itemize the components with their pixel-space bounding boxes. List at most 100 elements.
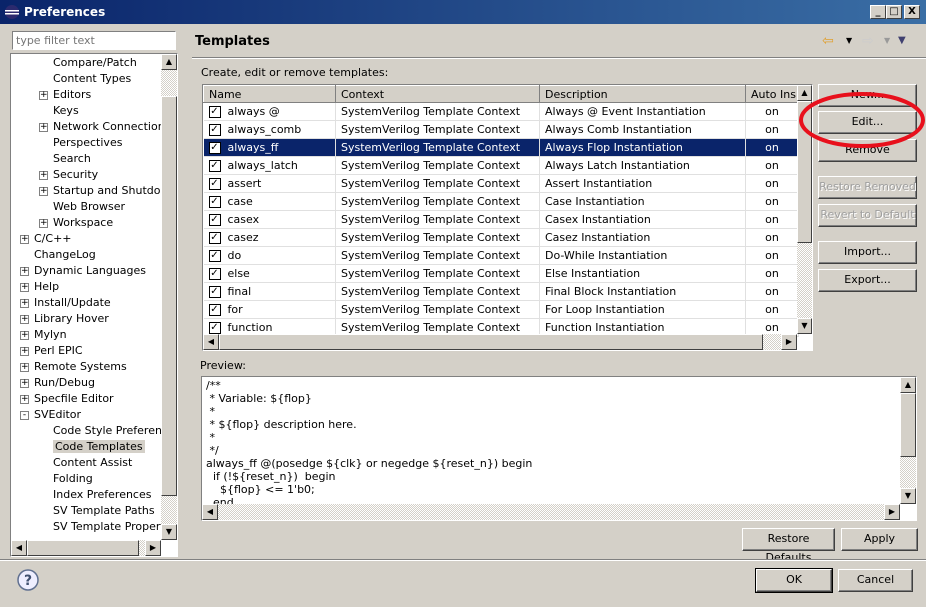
expand-icon[interactable]: + bbox=[20, 331, 29, 340]
tree-item[interactable]: + Specfile Editor bbox=[20, 391, 114, 407]
expand-icon[interactable]: + bbox=[20, 283, 29, 292]
maximize-button[interactable]: □ bbox=[886, 5, 902, 19]
column-auto-insert[interactable]: Auto Ins. bbox=[745, 85, 799, 103]
expand-icon[interactable]: + bbox=[20, 363, 29, 372]
preview-horizontal-scrollbar[interactable]: ◀ ▶ bbox=[202, 504, 900, 520]
view-menu-icon[interactable]: ▼ bbox=[898, 35, 906, 46]
preview-area[interactable]: /** * Variable: ${flop} * * ${flop} desc… bbox=[201, 376, 917, 521]
forward-icon[interactable]: ⇨ bbox=[862, 33, 874, 49]
restore-defaults-button[interactable]: Restore Defaults bbox=[742, 528, 835, 564]
scroll-up-arrow[interactable]: ▲ bbox=[161, 54, 177, 70]
tree-item[interactable]: + Library Hover bbox=[20, 311, 109, 327]
import-button[interactable]: Import... bbox=[818, 241, 917, 264]
column-context[interactable]: Context bbox=[335, 85, 540, 103]
tree-horizontal-scrollbar[interactable]: ◀ ▶ bbox=[11, 540, 161, 556]
expand-icon[interactable]: + bbox=[20, 315, 29, 324]
filter-input[interactable] bbox=[12, 31, 176, 50]
scroll-down-arrow[interactable]: ▼ bbox=[797, 318, 812, 334]
tree-item[interactable]: Content Assist bbox=[53, 455, 132, 471]
tree-item[interactable]: SV Template Paths bbox=[53, 503, 155, 519]
tree-item[interactable]: + Help bbox=[20, 279, 59, 295]
expand-icon[interactable]: + bbox=[39, 187, 48, 196]
enabled-checkbox[interactable]: ✓ bbox=[208, 196, 221, 208]
tree-item[interactable]: + C/C++ bbox=[20, 231, 72, 247]
scroll-right-arrow[interactable]: ▶ bbox=[145, 540, 161, 556]
column-name[interactable]: Name bbox=[203, 85, 336, 103]
minimize-button[interactable]: _ bbox=[870, 5, 886, 19]
enabled-checkbox[interactable]: ✓ bbox=[208, 106, 221, 118]
tree-item[interactable]: + Startup and Shutdown bbox=[39, 183, 176, 199]
table-row[interactable]: ✓ casez SystemVerilog Template Context Case… bbox=[203, 228, 799, 247]
expand-icon[interactable]: + bbox=[20, 395, 29, 404]
scroll-left-arrow[interactable]: ◀ bbox=[202, 504, 218, 520]
enabled-checkbox[interactable]: ✓ bbox=[208, 250, 221, 262]
scroll-right-arrow[interactable]: ▶ bbox=[781, 334, 797, 350]
expand-icon[interactable]: + bbox=[20, 347, 29, 356]
back-icon[interactable]: ⇦ bbox=[822, 33, 834, 49]
scroll-left-arrow[interactable]: ◀ bbox=[203, 334, 219, 350]
templates-table[interactable]: Name Context Description Auto Ins. ✓ alwa… bbox=[202, 84, 813, 351]
restore-removed-button[interactable]: Restore Removed bbox=[818, 176, 917, 199]
enabled-checkbox[interactable]: ✓ bbox=[208, 214, 221, 226]
tree-item[interactable]: Keys bbox=[53, 103, 79, 119]
table-row[interactable]: ✓ always_ff SystemVerilog Template Context… bbox=[203, 138, 799, 157]
revert-to-default-button[interactable]: Revert to Default bbox=[818, 204, 917, 227]
expand-icon[interactable]: + bbox=[20, 235, 29, 244]
table-row[interactable]: ✓ assert SystemVerilog Template Context Ass… bbox=[203, 174, 799, 193]
apply-button[interactable]: Apply bbox=[841, 528, 918, 551]
enabled-checkbox[interactable]: ✓ bbox=[208, 142, 221, 154]
scroll-up-arrow[interactable]: ▲ bbox=[900, 377, 916, 393]
tree-vertical-scrollbar[interactable]: ▲ ▼ bbox=[161, 54, 177, 540]
table-row[interactable]: ✓ always @ SystemVerilog Template Context A… bbox=[203, 102, 799, 121]
tree-item[interactable]: + Install/Update bbox=[20, 295, 111, 311]
table-row[interactable]: ✓ do SystemVerilog Template Context Do-Whil… bbox=[203, 246, 799, 265]
help-icon[interactable]: ? bbox=[17, 569, 39, 591]
table-row[interactable]: ✓ case SystemVerilog Template Context Case … bbox=[203, 192, 799, 211]
table-row[interactable]: ✓ else SystemVerilog Template Context Else … bbox=[203, 264, 799, 283]
tree-item[interactable]: ChangeLog bbox=[34, 247, 96, 263]
forward-menu-icon[interactable]: ▼ bbox=[884, 36, 890, 45]
expand-icon[interactable]: + bbox=[39, 123, 48, 132]
tree-item[interactable]: Code Templates bbox=[53, 439, 145, 455]
tree-item[interactable]: + Editors bbox=[39, 87, 91, 103]
tree-item[interactable]: Search bbox=[53, 151, 91, 167]
table-horizontal-scrollbar[interactable]: ◀ ▶ bbox=[203, 334, 797, 350]
expand-icon[interactable]: + bbox=[39, 171, 48, 180]
tree-item[interactable]: + Remote Systems bbox=[20, 359, 127, 375]
scroll-thumb[interactable] bbox=[27, 540, 139, 556]
expand-icon[interactable]: + bbox=[39, 91, 48, 100]
expand-icon[interactable]: + bbox=[20, 379, 29, 388]
tree-item[interactable]: Content Types bbox=[53, 71, 131, 87]
tree-item[interactable]: Web Browser bbox=[53, 199, 125, 215]
export-button[interactable]: Export... bbox=[818, 269, 917, 292]
collapse-icon[interactable]: - bbox=[20, 411, 29, 420]
tree-item[interactable]: - SVEditor bbox=[20, 407, 81, 423]
enabled-checkbox[interactable]: ✓ bbox=[208, 160, 221, 172]
enabled-checkbox[interactable]: ✓ bbox=[208, 286, 221, 298]
preference-tree[interactable]: Compare/Patch Content Types + Editors Keys + N… bbox=[10, 53, 178, 557]
scroll-right-arrow[interactable]: ▶ bbox=[884, 504, 900, 520]
expand-icon[interactable]: + bbox=[20, 267, 29, 276]
back-menu-icon[interactable]: ▼ bbox=[846, 36, 852, 45]
preview-vertical-scrollbar[interactable]: ▲ ▼ bbox=[900, 377, 916, 504]
scroll-thumb[interactable] bbox=[161, 96, 177, 496]
ok-button[interactable]: OK bbox=[755, 568, 833, 593]
scroll-thumb[interactable] bbox=[219, 334, 763, 350]
table-row[interactable]: ✓ always_comb SystemVerilog Template Conte… bbox=[203, 120, 799, 139]
tree-item[interactable]: + Security bbox=[39, 167, 98, 183]
tree-item[interactable]: + Workspace bbox=[39, 215, 113, 231]
table-row[interactable]: ✓ casex SystemVerilog Template Context Case… bbox=[203, 210, 799, 229]
enabled-checkbox[interactable]: ✓ bbox=[208, 322, 221, 334]
tree-item[interactable]: Index Preferences bbox=[53, 487, 151, 503]
enabled-checkbox[interactable]: ✓ bbox=[208, 304, 221, 316]
tree-item[interactable]: + Dynamic Languages bbox=[20, 263, 146, 279]
expand-icon[interactable]: + bbox=[39, 219, 48, 228]
tree-item[interactable]: + Run/Debug bbox=[20, 375, 95, 391]
table-row[interactable]: ✓ always_latch SystemVerilog Template Cont… bbox=[203, 156, 799, 175]
tree-item[interactable]: Folding bbox=[53, 471, 93, 487]
enabled-checkbox[interactable]: ✓ bbox=[208, 124, 221, 136]
tree-item[interactable]: + Perl EPIC bbox=[20, 343, 83, 359]
scroll-down-arrow[interactable]: ▼ bbox=[161, 524, 177, 540]
enabled-checkbox[interactable]: ✓ bbox=[208, 268, 221, 280]
tree-item[interactable]: SV Template Properties bbox=[53, 519, 177, 535]
